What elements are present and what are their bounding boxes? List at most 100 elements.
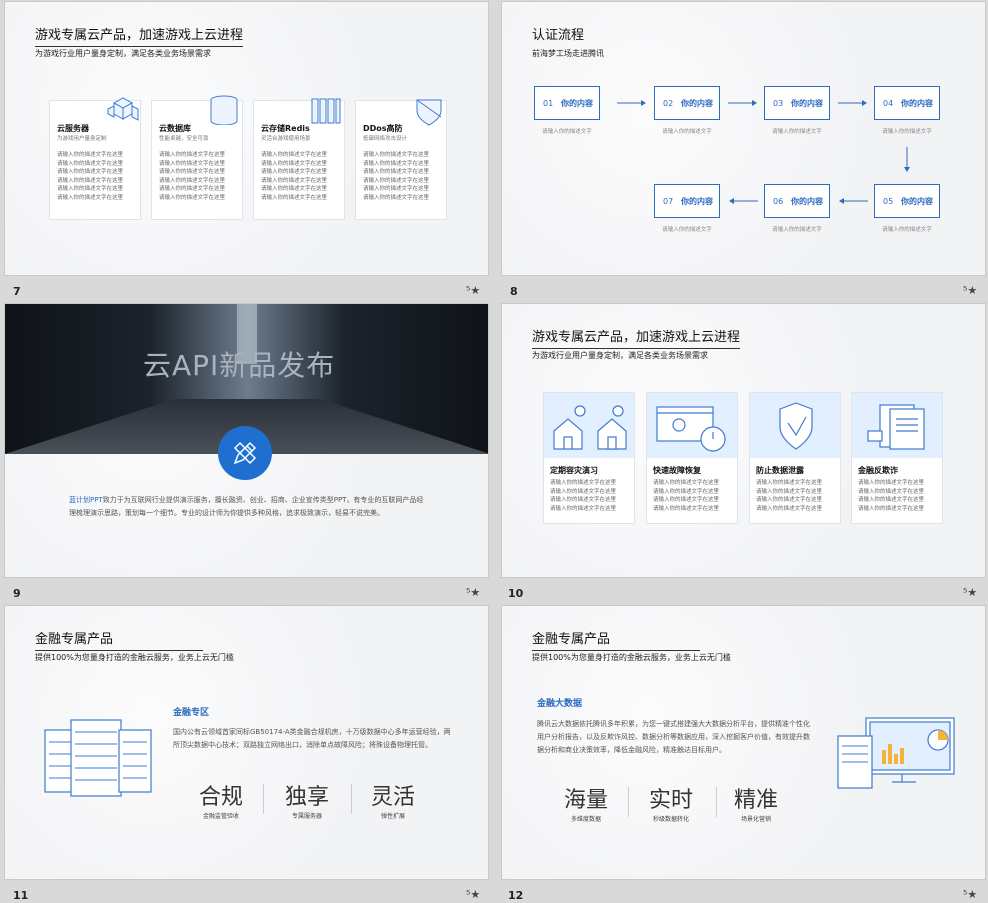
star-icon[interactable]: ⁵★ (963, 888, 977, 901)
stopwatch-screen-icon (656, 406, 726, 452)
slide-title: 金融专属产品 (532, 628, 701, 651)
step-desc: 请输入你的描述文字 (662, 227, 712, 233)
step-number: 06 (773, 196, 784, 206)
feature-big-text: 灵活 (370, 785, 415, 810)
arrow-right-icon (728, 100, 757, 106)
intro-body: 致力于为互联网行业提供演示服务，擅长融资、创业、招商、企业宣传类型PPT，有专业… (69, 496, 424, 517)
feature-card-disaster-drill: 定期容灾演习 请输入你的描述文字在这里 请输入你的描述文字在这里 请输入你的描述… (543, 392, 635, 524)
flow-step-04: 04 你的内容 (874, 86, 940, 120)
step-desc: 请输入你的描述文字 (542, 129, 592, 135)
slide-subtitle: 提供100%为您量身打造的金融云服务，业务上云无门槛 (532, 653, 731, 662)
slide-thumbnail-12[interactable]: 金融专属产品 提供100%为您量身打造的金融云服务，业务上云无门槛 金融大数据 … (501, 605, 986, 880)
documents-icon (867, 404, 925, 450)
arrow-down-icon (904, 147, 910, 172)
card-subtitle: 抵御网络攻击设计 (363, 136, 408, 142)
banner-title: 云API新品发布 (143, 349, 336, 382)
feature-card-fast-recovery: 快速故障恢复 请输入你的描述文字在这里 请输入你的描述文字在这里 请输入你的描述… (646, 392, 738, 524)
server-rack-icon (44, 719, 152, 797)
feature-big-text: 精准 (733, 788, 778, 813)
slide-thumbnail-9[interactable]: 云API新品发布 蓝计划PPT致力于为互联网行业提供演示服务，擅长融资、创业、招… (4, 303, 489, 578)
card-body: 请输入你的描述文字在这里 请输入你的描述文字在这里 请输入你的描述文字在这里 请… (550, 480, 617, 512)
slide-number: 8 (510, 285, 518, 298)
slide-thumbnail-7[interactable]: 游戏专属云产品，加速游戏上云进程 为游戏行业用户量身定制，满足各类业务场景需求 … (4, 1, 489, 276)
slide-thumbnail-10[interactable]: 游戏专属云产品，加速游戏上云进程 为游戏行业用户量身定制，满足各类业务场景需求 … (501, 303, 986, 578)
storage-bars-icon (311, 98, 341, 124)
section-heading: 金融大数据 (537, 699, 583, 709)
card-body: 请输入你的描述文字在这里 请输入你的描述文字在这里 请输入你的描述文字在这里 请… (261, 152, 328, 201)
feature-card-data-leak: 防止数据泄露 请输入你的描述文字在这里 请输入你的描述文字在这里 请输入你的描述… (749, 392, 841, 524)
star-icon[interactable]: ⁵★ (466, 888, 480, 901)
star-icon[interactable]: ⁵★ (963, 284, 977, 297)
flow-step-07: 07 你的内容 (654, 184, 720, 218)
card-body: 请输入你的描述文字在这里 请输入你的描述文字在这里 请输入你的描述文字在这里 请… (858, 480, 925, 512)
step-desc: 请输入你的描述文字 (882, 227, 932, 233)
flow-step-05: 05 你的内容 (874, 184, 940, 218)
brand-name: 蓝计划PPT (69, 496, 103, 504)
divider (263, 784, 264, 814)
step-desc: 请输入你的描述文字 (882, 129, 932, 135)
feature-big-text: 合规 (198, 785, 243, 810)
feature-big-text: 实时 (648, 788, 693, 813)
step-label: 你的内容 (681, 196, 713, 206)
step-number: 04 (883, 98, 894, 108)
slide-subtitle: 前海梦工场走进腾讯 (532, 49, 604, 58)
step-number: 01 (543, 98, 554, 108)
card-title: 定期容灾演习 (550, 466, 598, 475)
flow-step-02: 02 你的内容 (654, 86, 720, 120)
slide-thumbnail-8[interactable]: 认证流程 前海梦工场走进腾讯 01 你的内容 请输入你的描述文字 02 你的内容 请… (501, 1, 986, 276)
step-number: 07 (663, 196, 674, 206)
card-body: 请输入你的描述文字在这里 请输入你的描述文字在这里 请输入你的描述文字在这里 请… (756, 480, 823, 512)
card-title: 金融反欺诈 (858, 466, 898, 475)
step-label: 你的内容 (791, 196, 823, 206)
card-title: 云数据库 (159, 124, 191, 133)
slide-number: 7 (13, 285, 21, 298)
slide-subtitle: 为游戏行业用户量身定制，满足各类业务场景需求 (532, 351, 708, 360)
product-card-ddos: DDos高防 抵御网络攻击设计 请输入你的描述文字在这里 请输入你的描述文字在这… (355, 99, 447, 220)
slide-title: 游戏专属云产品，加速游戏上云进程 (532, 326, 741, 349)
slide-subtitle: 提供100%为您量身打造的金融云服务，业务上云无门槛 (35, 653, 234, 662)
pencil-ruler-icon (218, 426, 272, 480)
divider (351, 784, 352, 814)
star-icon[interactable]: ⁵★ (963, 586, 977, 599)
arrow-left-icon (729, 198, 758, 204)
slide-title: 游戏专属云产品，加速游戏上云进程 (35, 24, 244, 47)
flow-step-03: 03 你的内容 (764, 86, 830, 120)
feature-sub-text: 场景化营销 (740, 816, 771, 823)
star-icon[interactable]: ⁵★ (466, 284, 480, 297)
card-title: 防止数据泄露 (756, 466, 804, 475)
card-title: 云存储Redis (261, 124, 310, 133)
step-desc: 请输入你的描述文字 (772, 227, 822, 233)
slide-title: 认证流程 (532, 28, 585, 43)
card-title: 云服务器 (57, 124, 89, 133)
analytics-dashboard-icon (837, 717, 955, 789)
feature-sub-text: 弹性扩展 (380, 813, 405, 820)
star-icon[interactable]: ⁵★ (466, 586, 480, 599)
feature-sub-text: 专属服务器 (291, 813, 322, 820)
step-number: 05 (883, 196, 894, 206)
product-card-cloud-storage: 云存储Redis 灵活合游戏使用场景 请输入你的描述文字在这里 请输入你的描述文… (253, 98, 345, 220)
step-label: 你的内容 (901, 196, 933, 206)
step-number: 02 (663, 98, 674, 108)
slide-thumbnail-11[interactable]: 金融专属产品 提供100%为您量身打造的金融云服务，业务上云无门槛 金融专区 国… (4, 605, 489, 880)
product-card-cloud-server: 云服务器 为游戏用户量身定制 请输入你的描述文字在这里 请输入你的描述文字在这里… (49, 97, 141, 220)
step-label: 你的内容 (791, 98, 823, 108)
arrow-right-icon (617, 100, 646, 106)
shield-check-icon (779, 402, 813, 450)
card-subtitle: 性能卓越，安全可靠 (159, 136, 209, 142)
database-icon (210, 95, 238, 125)
card-body: 请输入你的描述文字在这里 请输入你的描述文字在这里 请输入你的描述文字在这里 请… (57, 152, 124, 201)
feature-sub-text: 秒级数据转化 (652, 816, 689, 823)
slide-number: 9 (13, 587, 21, 600)
slide-title: 金融专属产品 (35, 628, 204, 651)
section-heading: 金融专区 (173, 708, 210, 718)
feature-big-text: 海量 (563, 788, 608, 813)
arrow-left-icon (839, 198, 868, 204)
step-label: 你的内容 (561, 98, 593, 108)
slide-subtitle: 为游戏行业用户量身定制，满足各类业务场景需求 (35, 49, 211, 58)
shield-icon (416, 99, 442, 126)
step-number: 03 (773, 98, 784, 108)
cube-cluster-icon (107, 97, 139, 121)
feature-sub-text: 金融监管验收 (202, 813, 239, 820)
card-body: 请输入你的描述文字在这里 请输入你的描述文字在这里 请输入你的描述文字在这里 请… (363, 152, 430, 201)
flow-step-06: 06 你的内容 (764, 184, 830, 218)
